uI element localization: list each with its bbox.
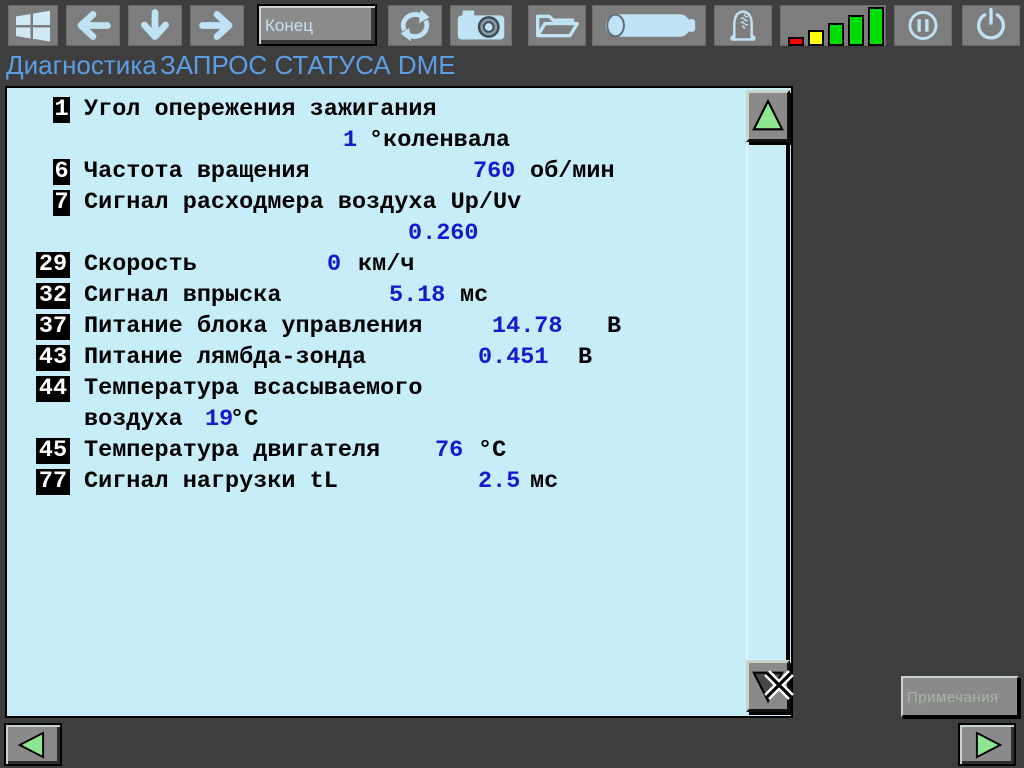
status-row-number: 32	[36, 283, 70, 309]
signal-bar	[788, 37, 804, 46]
cylinder-button[interactable]	[592, 5, 706, 46]
status-value: 0.260	[408, 218, 479, 249]
arrow-down-icon	[129, 5, 181, 46]
triangle-down-icon	[749, 666, 787, 706]
power-button[interactable]	[962, 5, 1020, 46]
open-file-button[interactable]	[528, 5, 586, 46]
status-label: В	[607, 311, 621, 342]
status-value: 19	[205, 404, 233, 435]
status-row-number: 44	[36, 376, 70, 402]
scroll-up-button[interactable]	[746, 90, 790, 142]
screenshot-button[interactable]	[450, 5, 512, 46]
camera-icon	[451, 5, 511, 46]
pause-icon	[895, 5, 951, 46]
status-label: °коленвала	[369, 125, 510, 156]
status-row-number: 1	[53, 97, 70, 123]
status-label: В	[578, 342, 592, 373]
status-row: 37 Питание блока управления 14.78 В	[7, 311, 745, 342]
probe-button[interactable]	[714, 5, 772, 46]
previous-page-button[interactable]	[4, 723, 62, 766]
status-value: 1	[343, 125, 357, 156]
status-label: Температура всасываемого	[84, 373, 422, 404]
windows-icon	[11, 6, 55, 46]
status-row-number: 77	[36, 469, 70, 495]
status-label: км/ч	[358, 249, 414, 280]
probe-icon	[715, 5, 771, 46]
status-label: Температура двигателя	[84, 435, 380, 466]
status-panel: 1Угол опережения зажигания1°коленвала6Ча…	[5, 86, 793, 718]
signal-bar	[848, 15, 864, 46]
status-label: °C	[230, 404, 258, 435]
triangle-up-icon	[749, 96, 787, 136]
status-row: 32 Сигнал впрыска 5.18 мс	[7, 280, 745, 311]
status-row: 6 Частота вращения 760 об/мин	[7, 156, 745, 187]
signal-bar	[828, 23, 844, 46]
status-label: мс	[530, 466, 558, 497]
forward-button[interactable]	[190, 5, 244, 46]
back-button[interactable]	[66, 5, 120, 46]
status-row-number: 7	[53, 190, 70, 216]
down-button[interactable]	[128, 5, 182, 46]
status-value: 76	[435, 435, 463, 466]
status-label: об/мин	[530, 156, 615, 187]
status-row: 0.260	[7, 218, 745, 249]
status-label: Сигнал расходмера воздуха Up/Uv	[84, 187, 521, 218]
status-row: 7 Сигнал расходмера воздуха Up/Uv	[7, 187, 745, 218]
nav-right-icon	[966, 728, 1008, 762]
status-value: 760	[473, 156, 515, 187]
status-list: 1Угол опережения зажигания1°коленвала6Ча…	[7, 88, 745, 716]
status-label: Питание блока управления	[84, 311, 422, 342]
signal-bar	[868, 7, 884, 46]
refresh-icon	[389, 5, 441, 46]
refresh-button[interactable]	[388, 5, 442, 46]
status-row: 77 Сигнал нагрузки tL 2.5 мс	[7, 466, 745, 497]
status-label: Частота вращения	[84, 156, 310, 187]
status-row-number: 29	[36, 252, 70, 278]
status-row: 43 Питание лямбда-зонда 0.451 В	[7, 342, 745, 373]
cylinder-icon	[593, 5, 705, 46]
status-label: Питание лямбда-зонда	[84, 342, 366, 373]
breadcrumb: Диагностика ЗАПРОС СТАТУСА DME	[6, 50, 806, 82]
status-label: Сигнал нагрузки tL	[84, 466, 338, 497]
status-row: 29 Скорость 0 км/ч	[7, 249, 745, 280]
status-value: 0	[327, 249, 341, 280]
page-title-function: ЗАПРОС СТАТУСА DME	[160, 50, 456, 81]
status-label: °C	[478, 435, 506, 466]
status-value: 5.18	[389, 280, 445, 311]
status-row: воздуха 19°C	[7, 404, 745, 435]
page-title-section: Диагностика	[6, 50, 157, 80]
status-value: 14.78	[492, 311, 563, 342]
arrow-right-icon	[191, 5, 243, 46]
status-label: Сигнал впрыска	[84, 280, 281, 311]
signal-level-button[interactable]	[780, 5, 886, 46]
signal-bar	[808, 30, 824, 46]
scroll-down-button[interactable]	[746, 660, 790, 712]
folder-icon	[529, 5, 585, 46]
status-row: 1 Угол опережения зажигания	[7, 94, 745, 125]
arrow-left-icon	[67, 5, 119, 46]
notes-button[interactable]: Примечания	[901, 676, 1019, 717]
status-value: 2.5	[478, 466, 520, 497]
status-value: 0.451	[478, 342, 549, 373]
status-row: 45 Температура двигателя 76 °C	[7, 435, 745, 466]
status-label: Скорость	[84, 249, 197, 280]
status-row-number: 6	[53, 159, 70, 185]
nav-left-icon	[12, 728, 54, 762]
status-label: мс	[460, 280, 488, 311]
scrollbar[interactable]	[745, 88, 791, 716]
status-row-number: 37	[36, 314, 70, 340]
status-row: 44 Температура всасываемого	[7, 373, 745, 404]
status-row-number: 45	[36, 438, 70, 464]
scroll-track[interactable]	[746, 145, 790, 708]
next-page-button[interactable]	[958, 723, 1016, 766]
windows-menu-button[interactable]	[8, 5, 58, 46]
status-label: Угол опережения зажигания	[84, 94, 437, 125]
status-label: воздуха	[84, 404, 183, 435]
end-button[interactable]: Конец	[257, 4, 377, 46]
signal-bars-icon	[781, 5, 884, 46]
pause-button[interactable]	[894, 5, 952, 46]
status-row-number: 43	[36, 345, 70, 371]
power-icon	[963, 5, 1019, 46]
status-row: 1 °коленвала	[7, 125, 745, 156]
